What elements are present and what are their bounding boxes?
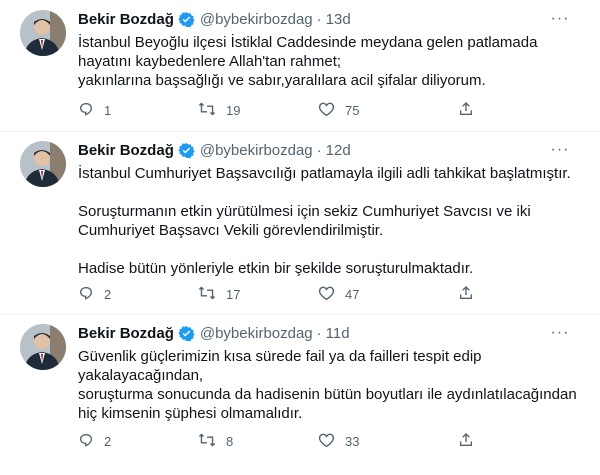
tweet-line: İstanbul Cumhuriyet Başsavcılığı patlama… — [78, 165, 571, 182]
tweet-line: soruşturma sonucunda da hadisenin bütün … — [78, 386, 577, 403]
author-handle[interactable]: @bybekirbozdag — [200, 325, 313, 342]
like-button[interactable]: 47 — [318, 285, 359, 304]
tweet-header: Bekir Bozdağ @bybekirbozdag · 11d — [78, 323, 560, 343]
verified-badge-icon — [178, 325, 195, 342]
separator-dot: · — [316, 10, 322, 28]
share-button[interactable] — [458, 101, 474, 120]
tweet-text: İstanbul Cumhuriyet Başsavcılığı patlama… — [78, 164, 588, 278]
reply-button[interactable]: 2 — [78, 285, 111, 304]
tweet-header: Bekir Bozdağ @bybekirbozdag · 12d — [78, 140, 560, 160]
tweet-actions: 2 8 33 — [78, 432, 548, 450]
share-icon — [458, 285, 474, 304]
heart-icon — [318, 285, 335, 304]
author-handle[interactable]: @bybekirbozdag — [200, 142, 313, 159]
tweet-line: Güvenlik güçlerimizin kısa sürede fail y… — [78, 348, 482, 365]
tweet-actions: 1 19 75 — [78, 101, 548, 119]
like-button[interactable]: 33 — [318, 432, 359, 451]
reply-icon — [78, 101, 94, 120]
separator-dot: · — [316, 324, 322, 342]
like-count: 33 — [345, 433, 360, 449]
heart-icon — [318, 101, 335, 120]
heart-icon — [318, 432, 335, 451]
reply-button[interactable]: 1 — [78, 101, 111, 120]
author-name[interactable]: Bekir Bozdağ — [78, 142, 174, 159]
tweet-text: Güvenlik güçlerimizin kısa sürede fail y… — [78, 347, 588, 423]
verified-badge-icon — [178, 11, 195, 28]
more-icon[interactable]: ··· — [550, 141, 570, 158]
retweet-button[interactable]: 19 — [198, 101, 240, 120]
separator-dot: · — [316, 141, 322, 159]
more-icon[interactable]: ··· — [550, 10, 570, 27]
retweet-count: 17 — [226, 286, 241, 302]
share-icon — [458, 101, 474, 120]
tweet-text: İstanbul Beyoğlu ilçesi İstiklal Caddesi… — [78, 33, 588, 90]
share-button[interactable] — [458, 285, 474, 304]
tweet-timestamp[interactable]: 12d — [326, 142, 351, 159]
tweet-line: yakalayacağından, — [78, 367, 204, 384]
retweet-count: 8 — [226, 433, 234, 449]
tweet-line: Cumhuriyet Başsavcı Vekili görevlendiril… — [78, 222, 384, 239]
avatar[interactable] — [20, 10, 66, 56]
retweet-button[interactable]: 17 — [198, 285, 240, 304]
tweet-timestamp[interactable]: 13d — [326, 11, 351, 28]
reply-count: 1 — [104, 102, 112, 118]
tweet-line: İstanbul Beyoğlu ilçesi İstiklal Caddesi… — [78, 34, 538, 51]
retweet-button[interactable]: 8 — [198, 432, 233, 451]
verified-badge-icon — [178, 142, 195, 159]
share-button[interactable] — [458, 432, 474, 451]
avatar[interactable] — [20, 324, 66, 370]
tweet-header: Bekir Bozdağ @bybekirbozdag · 13d — [78, 9, 560, 29]
retweet-count: 19 — [226, 102, 241, 118]
tweet-line: hiç kimsenin şüphesi olmamalıdır. — [78, 405, 303, 422]
tweet-timestamp[interactable]: 11d — [326, 325, 350, 342]
retweet-icon — [198, 101, 216, 120]
tweet[interactable]: Bekir Bozdağ @bybekirbozdag · 11d ··· Gü… — [0, 314, 600, 475]
author-name[interactable]: Bekir Bozdağ — [78, 325, 174, 342]
tweet-line: hayatını kaybedenlere Allah'tan rahmet; — [78, 53, 342, 70]
tweet[interactable]: Bekir Bozdağ @bybekirbozdag · 13d ··· İs… — [0, 0, 600, 132]
reply-icon — [78, 432, 94, 451]
more-icon[interactable]: ··· — [550, 324, 570, 341]
tweet-line: Soruşturmanın etkin yürütülmesi için sek… — [78, 203, 531, 220]
reply-icon — [78, 285, 94, 304]
like-count: 75 — [345, 102, 360, 118]
tweet-line: Hadise bütün yönleriyle etkin bir şekild… — [78, 260, 474, 277]
like-button[interactable]: 75 — [318, 101, 359, 120]
tweet-line: yakınlarına başsağlığı ve sabır,yaralıla… — [78, 72, 486, 89]
retweet-icon — [198, 432, 216, 451]
tweet-feed: Bekir Bozdağ @bybekirbozdag · 13d ··· İs… — [0, 0, 600, 475]
tweet-actions: 2 17 47 — [78, 285, 548, 303]
reply-button[interactable]: 2 — [78, 432, 111, 451]
tweet[interactable]: Bekir Bozdağ @bybekirbozdag · 12d ··· İs… — [0, 131, 600, 315]
author-name[interactable]: Bekir Bozdağ — [78, 11, 174, 28]
retweet-icon — [198, 285, 216, 304]
avatar[interactable] — [20, 141, 66, 187]
share-icon — [458, 432, 474, 451]
like-count: 47 — [345, 286, 360, 302]
author-handle[interactable]: @bybekirbozdag — [200, 11, 313, 28]
reply-count: 2 — [104, 433, 112, 449]
reply-count: 2 — [104, 286, 112, 302]
